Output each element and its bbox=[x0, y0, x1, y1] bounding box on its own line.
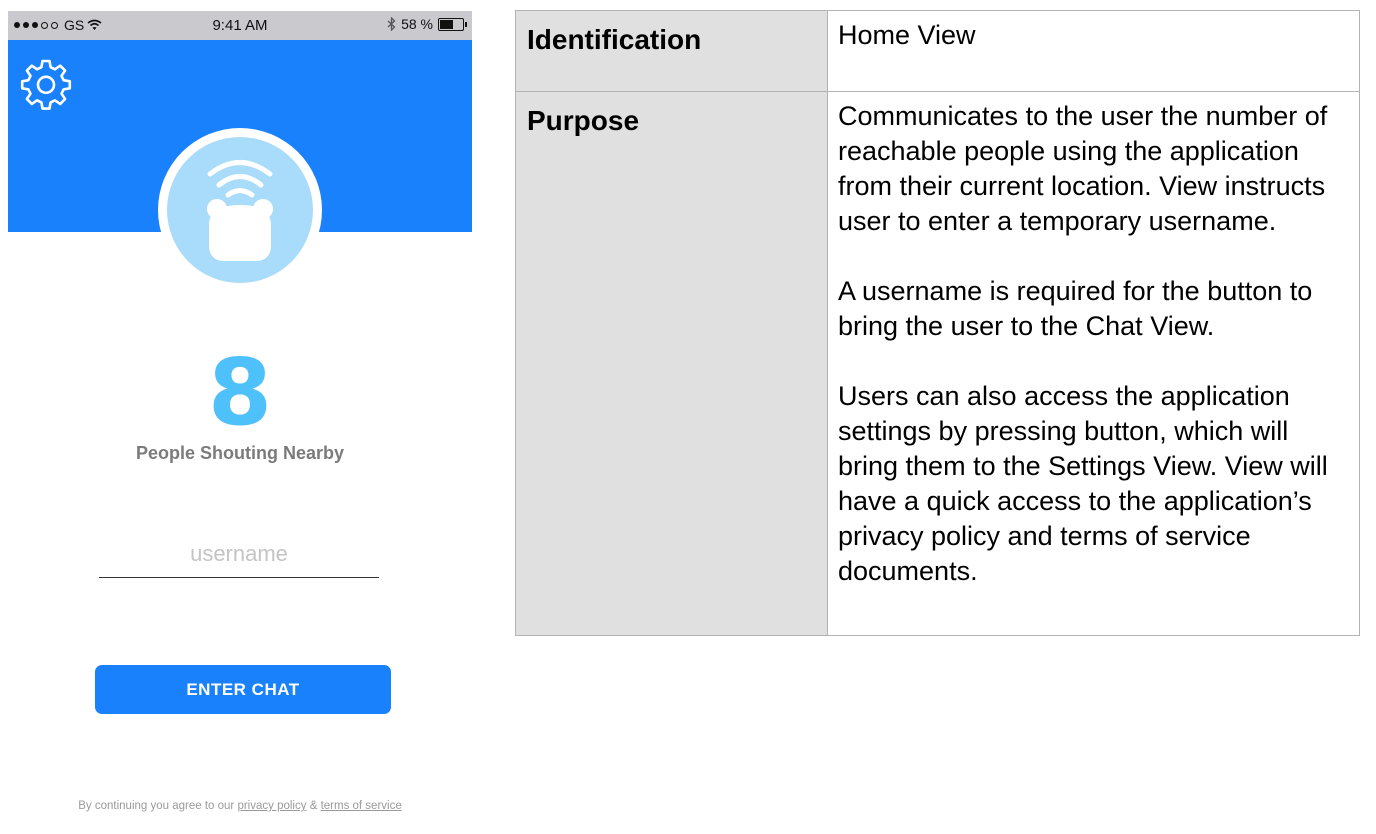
identification-value-cell: Home View bbox=[827, 10, 1360, 92]
bear-signal-icon bbox=[207, 160, 273, 261]
terms-of-service-link[interactable]: terms of service bbox=[321, 800, 402, 812]
battery-icon bbox=[438, 17, 467, 31]
purpose-paragraph: Communicates to the user the number of r… bbox=[838, 101, 1328, 236]
purpose-label-cell: Purpose bbox=[515, 91, 828, 636]
bluetooth-icon bbox=[387, 17, 396, 31]
enter-chat-button[interactable]: ENTER CHAT bbox=[95, 665, 391, 714]
battery-fill bbox=[440, 19, 453, 29]
spec-table: Identification Home View Purpose Communi… bbox=[515, 10, 1360, 636]
purpose-paragraph: A username is required for the button to… bbox=[838, 276, 1313, 341]
people-count: 8 bbox=[207, 339, 272, 446]
purpose-row: Purpose Communicates to the user the num… bbox=[515, 91, 1360, 636]
status-right: 58 % bbox=[387, 16, 467, 32]
people-count-label: People Shouting Nearby bbox=[135, 443, 345, 463]
purpose-label: Purpose bbox=[527, 105, 640, 136]
footer-separator: & bbox=[309, 800, 318, 812]
legal-footer: By continuing you agree to our privacy p… bbox=[8, 800, 472, 812]
purpose-description: Communicates to the user the number of r… bbox=[828, 92, 1359, 589]
identification-label: Identification bbox=[527, 24, 702, 55]
purpose-paragraph: Users can also access the application se… bbox=[838, 381, 1328, 586]
identification-label-cell: Identification bbox=[515, 10, 828, 92]
identification-value: Home View bbox=[838, 20, 976, 50]
footer-text: By continuing you agree to our bbox=[78, 800, 235, 812]
status-bar: GS 9:41 AM 58 % bbox=[8, 11, 472, 40]
avatar bbox=[167, 137, 313, 283]
username-input[interactable] bbox=[99, 531, 379, 578]
privacy-policy-link[interactable]: privacy policy bbox=[237, 800, 306, 812]
phone-screen: GS 9:41 AM 58 % 8 People Shouting Nearby… bbox=[8, 11, 472, 834]
purpose-value-cell: Communicates to the user the number of r… bbox=[827, 91, 1360, 636]
battery-percent: 58 % bbox=[401, 16, 433, 32]
identification-row: Identification Home View bbox=[515, 10, 1360, 92]
gear-icon[interactable] bbox=[20, 59, 72, 111]
